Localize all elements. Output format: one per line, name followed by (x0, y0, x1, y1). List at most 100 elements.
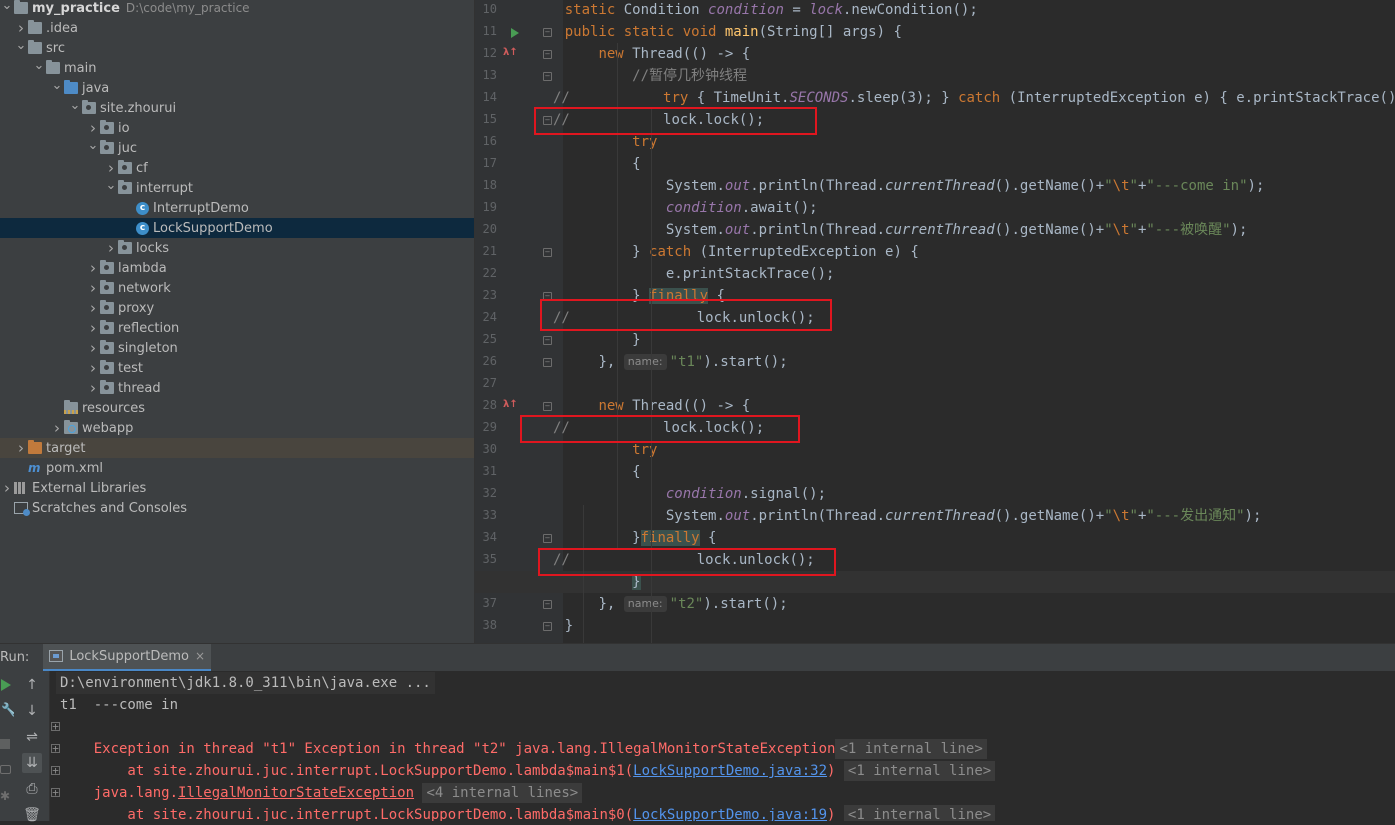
code-line[interactable]: { (475, 461, 1395, 483)
tree-item[interactable]: › locks (0, 238, 474, 258)
code-editor[interactable]: 10 11 12 13 14 15 16 17 18 19 20 21 22 23 24 25 26 27 28 29… (474, 0, 1395, 643)
package-icon (100, 380, 114, 394)
camera-icon[interactable] (0, 765, 11, 774)
code-line[interactable]: } (475, 615, 1395, 637)
tree-item[interactable]: m pom.xml (0, 458, 474, 478)
code-line[interactable]: public static void main(String[] args) { (475, 21, 1395, 43)
tree-item[interactable]: › webapp (0, 418, 474, 438)
chevron-down-icon[interactable]: ⌄ (86, 135, 100, 155)
tree-item[interactable]: ⌄ interrupt (0, 178, 474, 198)
code-token: .println(Thread. (750, 178, 886, 194)
code-line[interactable]: condition.signal(); (475, 483, 1395, 505)
code-line[interactable]: //暂停几秒钟线程 (475, 65, 1395, 87)
run-tab-label: LockSupportDemo (69, 648, 189, 664)
code-line[interactable]: }finally { (475, 527, 1395, 549)
tree-item[interactable]: c LockSupportDemo (0, 218, 474, 238)
expand-icon[interactable]: + (51, 787, 60, 798)
tree-item[interactable]: resources (0, 398, 474, 418)
run-tab-locksupportdemo[interactable]: LockSupportDemo × (43, 643, 212, 672)
package-icon (100, 340, 114, 354)
chevron-right-icon[interactable]: › (86, 358, 100, 378)
code-line[interactable]: condition.await(); (475, 197, 1395, 219)
tree-item[interactable]: › thread (0, 378, 474, 398)
tree-item[interactable]: › target (0, 438, 474, 458)
down-arrow-icon[interactable]: ↓ (22, 701, 42, 721)
code-line[interactable]: } catch (InterruptedException e) { (475, 241, 1395, 263)
code-line[interactable]: new Thread(() -> { (475, 395, 1395, 417)
code-line[interactable]: static Condition condition = lock.newCon… (475, 0, 1395, 21)
print-icon[interactable]: ⎙ (22, 779, 42, 799)
tree-item-label: singleton (118, 340, 178, 356)
tree-item[interactable]: ⌄ main (0, 58, 474, 78)
tree-item[interactable]: Scratches and Consoles (0, 498, 474, 518)
expand-icon[interactable]: + (51, 721, 60, 732)
tree-item[interactable]: › singleton (0, 338, 474, 358)
tree-item[interactable]: › lambda (0, 258, 474, 278)
expand-icon[interactable]: + (51, 743, 60, 754)
code-token: " (1104, 178, 1113, 194)
package-icon (100, 260, 114, 274)
run-side-strip: 🔧 ✱ (0, 671, 17, 821)
tree-item[interactable]: › io (0, 118, 474, 138)
chevron-right-icon[interactable]: › (86, 378, 100, 398)
tree-item[interactable]: ⌄ site.zhourui (0, 98, 474, 118)
code-line[interactable] (475, 373, 1395, 395)
soft-wrap-icon[interactable]: ⇌ (22, 727, 42, 747)
chevron-right-icon[interactable]: › (104, 238, 118, 258)
chevron-right-icon[interactable]: › (86, 258, 100, 278)
code-line[interactable]: }, name: "t2").start(); (475, 593, 1395, 615)
code-line[interactable]: // try { TimeUnit.SECONDS.sleep(3); } cat… (475, 87, 1395, 109)
chevron-down-icon[interactable]: ⌄ (68, 95, 82, 115)
tree-item[interactable]: › reflection (0, 318, 474, 338)
tree-item[interactable]: ⌄ juc (0, 138, 474, 158)
project-tree[interactable]: ⌄ my_practice D:\code\my_practice › .idea ⌄ sr… (0, 0, 474, 643)
code-line[interactable]: } (475, 329, 1395, 351)
internal-lines-fold[interactable]: <1 internal line> (843, 805, 996, 821)
tree-item[interactable]: ⌄ src (0, 38, 474, 58)
code-line[interactable]: System.out.println(Thread.currentThread(… (475, 219, 1395, 241)
chevron-down-icon[interactable]: ⌄ (14, 35, 28, 55)
code-line[interactable]: new Thread(() -> { (475, 43, 1395, 65)
source-link[interactable]: LockSupportDemo.java:19 (633, 807, 827, 821)
chevron-right-icon[interactable]: › (14, 438, 28, 458)
chevron-right-icon[interactable]: › (86, 338, 100, 358)
tree-item-label: InterruptDemo (153, 200, 249, 216)
source-link[interactable]: LockSupportDemo.java:32 (633, 763, 827, 779)
code-line[interactable]: }, name: "t1").start(); (475, 351, 1395, 373)
trash-icon[interactable]: 🗑 (22, 805, 42, 825)
console-error-line-2: at site.zhourui.juc.interrupt.LockSuppor… (60, 738, 996, 781)
chevron-right-icon[interactable]: › (86, 278, 100, 298)
tree-item[interactable]: › test (0, 358, 474, 378)
tree-item-label: Scratches and Consoles (32, 500, 188, 516)
tree-item[interactable]: › .idea (0, 18, 474, 38)
chevron-right-icon[interactable]: › (50, 418, 64, 438)
expand-icon[interactable]: + (51, 765, 60, 776)
tree-item[interactable]: › proxy (0, 298, 474, 318)
scroll-to-end-icon[interactable]: ⇊ (22, 753, 42, 773)
chevron-down-icon[interactable]: ⌄ (104, 175, 118, 195)
run-icon[interactable] (1, 679, 11, 691)
code-line[interactable]: System.out.println(Thread.currentThread(… (475, 175, 1395, 197)
tree-item[interactable]: › cf (0, 158, 474, 178)
chevron-down-icon[interactable]: ⌄ (32, 55, 46, 75)
tree-item[interactable]: c InterruptDemo (0, 198, 474, 218)
chevron-down-icon[interactable]: ⌄ (0, 0, 14, 15)
console-command-line: D:\environment\jdk1.8.0_311\bin\java.exe… (56, 672, 435, 694)
console-output[interactable]: D:\environment\jdk1.8.0_311\bin\java.exe… (50, 671, 1395, 821)
tree-item[interactable]: ⌄ my_practice D:\code\my_practice (0, 0, 474, 18)
internal-lines-fold[interactable]: <1 internal line> (843, 761, 996, 781)
chevron-down-icon[interactable]: ⌄ (50, 75, 64, 95)
stop-icon[interactable] (0, 739, 10, 749)
up-arrow-icon[interactable]: ↑ (22, 675, 42, 695)
code-line[interactable]: e.printStackTrace(); (475, 263, 1395, 285)
close-icon[interactable]: × (195, 649, 205, 663)
tree-item[interactable]: › network (0, 278, 474, 298)
settings-icon[interactable]: ✱ (0, 789, 10, 803)
code-line[interactable]: System.out.println(Thread.currentThread(… (475, 505, 1395, 527)
tree-item[interactable]: › External Libraries (0, 478, 474, 498)
chevron-right-icon[interactable]: › (0, 478, 14, 498)
chevron-right-icon[interactable]: › (86, 298, 100, 318)
chevron-right-icon[interactable]: › (86, 318, 100, 338)
code-token: { (632, 156, 641, 172)
code-line[interactable]: { (475, 153, 1395, 175)
